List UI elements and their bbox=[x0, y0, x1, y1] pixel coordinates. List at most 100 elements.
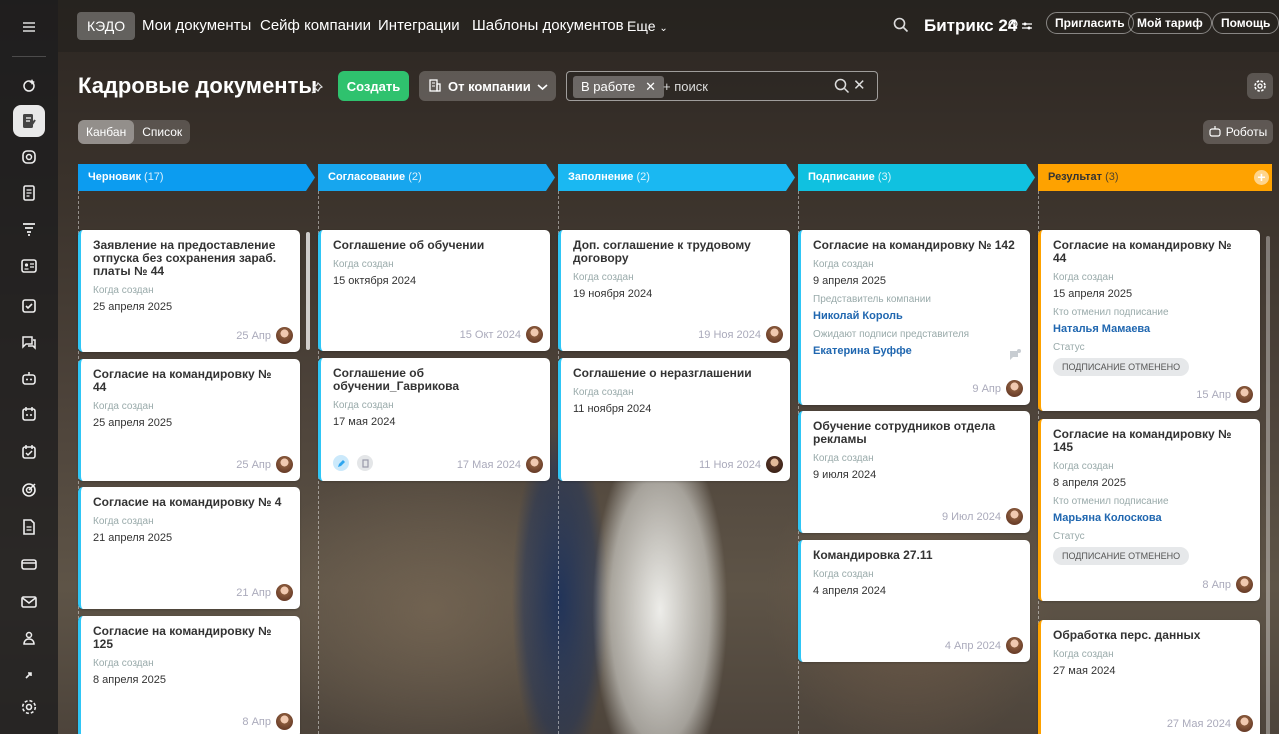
kanban-card[interactable]: Обучение сотрудников отдела рекламы Когд… bbox=[798, 411, 1030, 533]
chat-icon[interactable] bbox=[13, 326, 45, 358]
column-scrollbar[interactable] bbox=[306, 232, 310, 350]
chip-close-icon[interactable]: ✕ bbox=[645, 76, 656, 98]
invite-button[interactable]: Пригласить bbox=[1046, 12, 1134, 34]
avatar[interactable] bbox=[276, 584, 293, 601]
arrow-up-icon[interactable] bbox=[13, 659, 45, 691]
avatar[interactable] bbox=[276, 327, 293, 344]
avatar[interactable] bbox=[526, 456, 543, 473]
status-badge: ПОДПИСАНИЕ ОТМЕНЕНО bbox=[1053, 358, 1190, 376]
kanban-card[interactable]: Соглашение о неразглашении Когда создан … bbox=[558, 358, 790, 481]
search-icon[interactable] bbox=[893, 17, 909, 38]
column-result: Результат (3) + Согласие на командировку… bbox=[1038, 164, 1275, 734]
calendar-check-icon[interactable] bbox=[13, 436, 45, 468]
page-settings-button[interactable] bbox=[1247, 73, 1273, 99]
document-icon[interactable] bbox=[13, 177, 45, 209]
avatar[interactable] bbox=[526, 326, 543, 343]
nav-templates[interactable]: Шаблоны документов bbox=[472, 12, 624, 40]
team-icon[interactable] bbox=[13, 622, 45, 654]
pin-icon[interactable] bbox=[310, 81, 324, 100]
kanban-card[interactable]: Заявление на предоставление отпуска без … bbox=[78, 230, 300, 352]
avatar[interactable] bbox=[766, 456, 783, 473]
id-card-icon[interactable] bbox=[13, 250, 45, 282]
my-tariff-button[interactable]: Мой тариф bbox=[1128, 12, 1212, 34]
remind-icon[interactable] bbox=[1008, 348, 1022, 367]
robot-icon[interactable] bbox=[13, 362, 45, 394]
avatar[interactable] bbox=[276, 456, 293, 473]
chevron-down-icon bbox=[537, 79, 548, 94]
avatar[interactable] bbox=[1236, 715, 1253, 732]
kanban-card[interactable]: Согласие на командировку № 142 Когда соз… bbox=[798, 230, 1030, 405]
nav-more[interactable]: Еще ⌄ bbox=[627, 12, 668, 40]
kanban-card[interactable]: Обработка перс. данных Когда создан 27 м… bbox=[1038, 620, 1260, 734]
menu-icon[interactable] bbox=[13, 11, 45, 43]
view-list-tab[interactable]: Список bbox=[134, 120, 190, 144]
kanban-card[interactable]: Согласие на командировку № 145 Когда соз… bbox=[1038, 419, 1260, 601]
clock-icon bbox=[1008, 16, 1018, 34]
representative-link[interactable]: Николай Король bbox=[813, 310, 1018, 322]
card-actions bbox=[333, 455, 373, 471]
avatar[interactable] bbox=[1236, 386, 1253, 403]
kanban-card[interactable]: Согласие на командировку № 4 Когда созда… bbox=[78, 487, 300, 609]
tasks-check-icon[interactable] bbox=[13, 290, 45, 322]
column-approval: Согласование (2) Соглашение об обучении … bbox=[318, 164, 555, 734]
from-company-dropdown[interactable]: От компании bbox=[419, 71, 556, 101]
sparkle-icon[interactable] bbox=[13, 69, 45, 101]
kanban-card[interactable]: Согласие на командировку № 44 Когда созд… bbox=[1038, 230, 1260, 411]
shield-doc-icon[interactable] bbox=[13, 141, 45, 173]
mail-icon[interactable] bbox=[13, 586, 45, 618]
column-header-filling[interactable]: Заполнение (2) bbox=[558, 164, 795, 191]
clear-search-icon[interactable]: ✕ bbox=[853, 76, 866, 94]
column-header-signing[interactable]: Подписание (3) bbox=[798, 164, 1035, 191]
add-stage-icon[interactable]: + bbox=[1254, 170, 1269, 185]
column-header-approval[interactable]: Согласование (2) bbox=[318, 164, 555, 191]
help-button[interactable]: Помощь bbox=[1212, 12, 1279, 34]
bitrix-logo: Битрикс 24 bbox=[924, 16, 1018, 35]
kanban-card[interactable]: Согласие на командировку № 44 Когда созд… bbox=[78, 359, 300, 481]
awaiting-signer-link[interactable]: Екатерина Буффе bbox=[813, 345, 1018, 357]
calendar-icon[interactable] bbox=[13, 398, 45, 430]
avatar[interactable] bbox=[1006, 380, 1023, 397]
kanban-card[interactable]: Командировка 27.11 Когда создан 4 апреля… bbox=[798, 540, 1030, 662]
column-header-draft[interactable]: Черновик (17) bbox=[78, 164, 315, 191]
edit-icon[interactable] bbox=[333, 455, 349, 471]
canceled-by-link[interactable]: Наталья Мамаева bbox=[1053, 323, 1248, 335]
column-scrollbar[interactable] bbox=[1266, 236, 1270, 734]
page-title: Кадровые документы bbox=[78, 73, 318, 98]
settings-gear-icon[interactable] bbox=[13, 691, 45, 723]
filter-list-icon[interactable] bbox=[13, 213, 45, 245]
column-header-result[interactable]: Результат (3) + bbox=[1038, 164, 1272, 191]
sliders-icon[interactable] bbox=[1021, 19, 1033, 37]
chevron-down-icon: ⌄ bbox=[659, 23, 668, 34]
nav-integrations[interactable]: Интеграции bbox=[378, 12, 460, 40]
canceled-by-link[interactable]: Марьяна Колоскова bbox=[1053, 512, 1248, 524]
gear-icon bbox=[1254, 80, 1266, 92]
kanban-card[interactable]: Согласие на командировку № 125 Когда соз… bbox=[78, 616, 300, 734]
robot-icon bbox=[1209, 125, 1221, 140]
target-icon[interactable] bbox=[13, 474, 45, 506]
view-kanban-tab[interactable]: Канбан bbox=[78, 120, 135, 144]
nav-my-documents[interactable]: Мои документы bbox=[142, 12, 251, 40]
copy-icon[interactable] bbox=[357, 455, 373, 471]
create-button[interactable]: Создать bbox=[338, 71, 409, 101]
column-draft: Черновик (17) Заявление на предоставлени… bbox=[78, 164, 315, 734]
robots-button[interactable]: Роботы bbox=[1203, 120, 1273, 144]
status-badge: ПОДПИСАНИЕ ОТМЕНЕНО bbox=[1053, 547, 1190, 565]
avatar[interactable] bbox=[1236, 576, 1253, 593]
nav-company-safe[interactable]: Сейф компании bbox=[260, 12, 371, 40]
kanban-card[interactable]: Доп. соглашение к трудовому договору Ког… bbox=[558, 230, 790, 351]
avatar[interactable] bbox=[766, 326, 783, 343]
avatar[interactable] bbox=[1006, 508, 1023, 525]
avatar[interactable] bbox=[276, 713, 293, 730]
nav-kedo[interactable]: КЭДО bbox=[77, 12, 136, 40]
kanban-card[interactable]: Соглашение об обучении_Гаврикова Когда с… bbox=[318, 358, 550, 481]
file-icon[interactable] bbox=[13, 511, 45, 543]
filter-chip-in-progress[interactable]: В работе ✕ bbox=[573, 76, 665, 98]
documents-sign-icon[interactable] bbox=[13, 105, 45, 137]
search-icon[interactable] bbox=[834, 78, 850, 99]
building-icon bbox=[428, 78, 442, 95]
card-icon[interactable] bbox=[13, 548, 45, 580]
search-input[interactable]: + поиск bbox=[663, 79, 708, 94]
kanban-card[interactable]: Соглашение об обучении Когда создан 15 о… bbox=[318, 230, 550, 351]
filter-search[interactable]: В работе ✕ + поиск ✕ bbox=[566, 71, 878, 101]
avatar[interactable] bbox=[1006, 637, 1023, 654]
